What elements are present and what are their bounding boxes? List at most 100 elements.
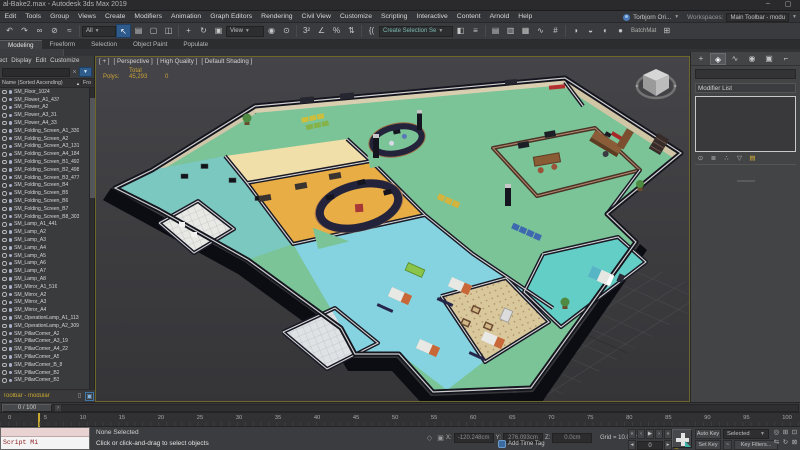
current-frame-field[interactable]: 0 — [637, 441, 663, 450]
next-frame-icon[interactable]: › — [655, 429, 663, 439]
pan-icon[interactable]: ⇆ — [772, 438, 781, 448]
visibility-eye-icon[interactable] — [2, 160, 7, 165]
explorer-menu-customize[interactable]: Customize — [50, 57, 79, 66]
menu-content[interactable]: Content — [452, 13, 485, 20]
workspace-dropdown[interactable]: Main Toolbar - modu — [726, 13, 789, 22]
reference-coordinate-dropdown[interactable]: View▼ — [226, 26, 264, 37]
use-pivot-icon[interactable]: ◉ — [264, 24, 279, 38]
spinner-snap-icon[interactable]: ⇅ — [344, 24, 359, 38]
ribbon-toggle-icon[interactable]: ▦ — [518, 24, 533, 38]
render-production-icon[interactable]: ● — [613, 24, 628, 38]
visibility-eye-icon[interactable] — [2, 121, 7, 126]
curve-editor-icon[interactable]: ∿ — [533, 24, 548, 38]
explorer-row[interactable]: SM_Folding_Screen_B8_303 — [0, 213, 95, 221]
current-frame-marker[interactable] — [38, 413, 40, 428]
visibility-eye-icon[interactable] — [2, 292, 7, 297]
explorer-row[interactable]: SM_Folding_Screen_B6 — [0, 197, 95, 205]
show-end-result-icon[interactable]: ≣ — [708, 154, 719, 163]
align-icon[interactable]: ≡ — [468, 24, 483, 38]
panel-tab-modify[interactable]: ◈ — [710, 53, 726, 65]
explorer-row[interactable]: SM_Lamp_A7 — [0, 267, 95, 275]
visibility-eye-icon[interactable] — [2, 261, 7, 266]
viewport-menu-quality[interactable]: [ High Quality ] — [157, 58, 198, 65]
macro-recorder-line[interactable] — [1, 428, 89, 437]
object-name-field[interactable] — [695, 69, 796, 79]
frozen-column-header[interactable]: Fro — [81, 80, 94, 86]
menu-interactive[interactable]: Interactive — [412, 13, 452, 20]
batch-render-icon[interactable]: ⊞ — [659, 24, 674, 38]
menu-edit[interactable]: Edit — [0, 13, 21, 20]
visibility-eye-icon[interactable] — [2, 152, 7, 157]
ribbon-tab-populate[interactable]: Populate — [175, 40, 216, 49]
explorer-row[interactable]: SM_Mirror_A1_516 — [0, 283, 95, 291]
visibility-eye-icon[interactable] — [2, 378, 7, 383]
visibility-eye-icon[interactable] — [2, 214, 7, 219]
visibility-eye-icon[interactable] — [2, 363, 7, 368]
visibility-eye-icon[interactable] — [2, 253, 7, 258]
explorer-row[interactable]: SM_Floor_1024 — [0, 88, 95, 96]
undo-icon[interactable]: ↶ — [2, 24, 17, 38]
explorer-row[interactable]: SM_Lamp_A5 — [0, 252, 95, 260]
perspective-viewport[interactable]: [ + ] [ Perspective ] [ High Quality ] [… — [95, 56, 690, 402]
add-time-tag[interactable]: Add Time Tag — [498, 440, 545, 448]
ribbon-tab-modeling[interactable]: Modeling — [0, 40, 42, 49]
batchmat-label[interactable]: BatchMat — [631, 28, 656, 34]
visibility-eye-icon[interactable] — [2, 339, 7, 344]
explorer-row[interactable]: SM_Folding_Screen_B3_477 — [0, 174, 95, 182]
explorer-row[interactable]: SM_Folding_Screen_A4_184 — [0, 150, 95, 158]
visibility-eye-icon[interactable] — [2, 246, 7, 251]
explorer-row[interactable]: SM_PillarCorner_A3_19 — [0, 338, 95, 346]
explorer-row[interactable]: SM_Lamp_A3 — [0, 236, 95, 244]
window-crossing-icon[interactable]: ◫ — [161, 24, 176, 38]
explorer-row[interactable]: SM_Folding_Screen_B4 — [0, 182, 95, 190]
clear-search-icon[interactable]: × — [71, 69, 78, 76]
time-slider-thumb[interactable]: 0 / 100 — [2, 404, 52, 412]
select-by-name-icon[interactable]: ▤ — [131, 24, 146, 38]
visibility-eye-icon[interactable] — [2, 347, 7, 352]
make-unique-icon[interactable]: ∴ — [721, 154, 732, 163]
signin-user[interactable]: Torbjorn Ori... — [633, 14, 671, 21]
explorer-row[interactable]: SM_Mirror_A2 — [0, 291, 95, 299]
view-cube[interactable] — [632, 62, 680, 106]
unlink-icon[interactable]: ⊘ — [47, 24, 62, 38]
explorer-row[interactable]: SM_OperationLamp_A2_309 — [0, 322, 95, 330]
modifier-list-dropdown[interactable]: Modifier List — [695, 83, 796, 93]
panel-tab-utilities[interactable]: ⌐ — [778, 53, 794, 65]
select-move-icon[interactable]: + — [181, 24, 196, 38]
menu-customize[interactable]: Customize — [335, 13, 376, 20]
visibility-eye-icon[interactable] — [2, 97, 7, 102]
go-to-start-icon[interactable]: « — [628, 429, 636, 439]
visibility-eye-icon[interactable] — [2, 168, 7, 173]
selection-filter-dropdown[interactable]: All▼ — [82, 26, 116, 37]
menu-animation[interactable]: Animation — [166, 13, 205, 20]
material-editor-icon[interactable]: ◑ — [568, 24, 583, 38]
explorer-scrollbar[interactable] — [89, 88, 94, 389]
rendered-frame-icon[interactable]: ◐ — [598, 24, 613, 38]
explorer-search-input[interactable] — [2, 68, 70, 77]
visibility-eye-icon[interactable] — [2, 191, 7, 196]
menu-graph-editors[interactable]: Graph Editors — [206, 13, 257, 20]
rollout-grip[interactable] — [737, 180, 755, 182]
remove-modifier-icon[interactable]: ▽ — [734, 154, 745, 163]
schematic-view-icon[interactable]: # — [548, 24, 563, 38]
absolute-mode-icon[interactable]: ▣ — [435, 433, 446, 444]
rect-selection-icon[interactable]: ▢ — [146, 24, 161, 38]
minimize-button[interactable]: – — [760, 0, 776, 7]
explorer-column-header[interactable]: Name (Sorted Ascending) ▲ Fro — [0, 78, 94, 88]
time-slider-track[interactable] — [1, 404, 799, 412]
pin-stack-icon[interactable]: ⊙ — [695, 154, 706, 163]
explorer-row[interactable]: SM_OperationLamp_A1_113 — [0, 314, 95, 322]
named-selection-icon[interactable]: {( — [364, 24, 379, 38]
menu-civil-view[interactable]: Civil View — [297, 13, 335, 20]
orbit-icon[interactable]: ↻ — [781, 438, 790, 448]
next-key-icon[interactable]: ▸ — [664, 440, 672, 450]
explorer-row[interactable]: SM_Lamp_A6 — [0, 260, 95, 268]
percent-snap-icon[interactable]: % — [329, 24, 344, 38]
select-manipulate-icon[interactable]: ⊙ — [279, 24, 294, 38]
visibility-eye-icon[interactable] — [2, 136, 7, 141]
visibility-eye-icon[interactable] — [2, 324, 7, 329]
explorer-row[interactable]: SM_Lamp_A2 — [0, 228, 95, 236]
default-tangent-icon[interactable]: ~ — [723, 440, 732, 450]
explorer-row[interactable]: SM_Folding_Screen_B7 — [0, 205, 95, 213]
ribbon-tab-selection[interactable]: Selection — [83, 40, 125, 49]
